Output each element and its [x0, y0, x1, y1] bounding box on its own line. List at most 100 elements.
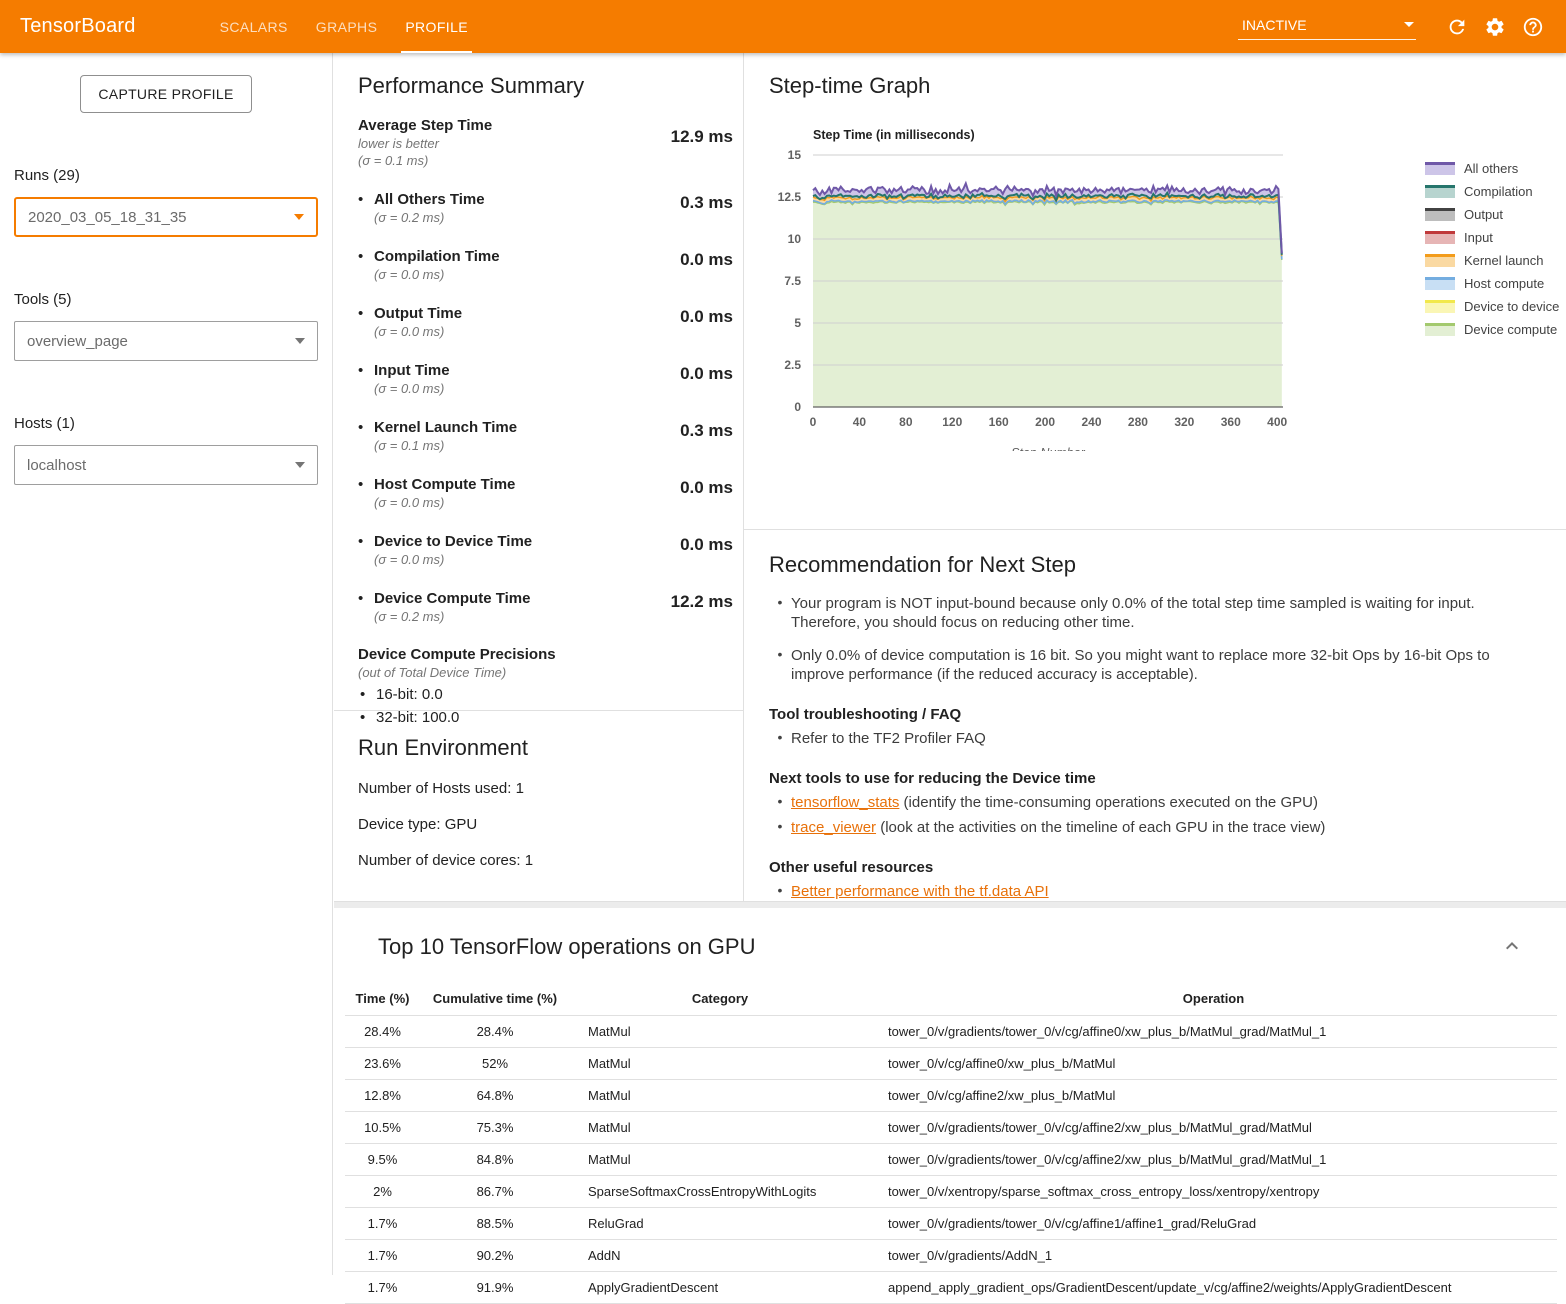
hosts-dropdown[interactable]: localhost: [14, 445, 318, 485]
legend-label: Device compute: [1464, 322, 1557, 337]
metric-value: 0.3 ms: [613, 421, 733, 453]
sidebar: CAPTURE PROFILE Runs (29) 2020_03_05_18_…: [0, 53, 333, 1275]
top-app-bar: TensorBoard SCALARSGRAPHSPROFILE INACTIV…: [0, 0, 1566, 53]
faq-item: •Refer to the TF2 Profiler FAQ: [769, 729, 1538, 748]
tool-link[interactable]: tensorflow_stats: [791, 794, 899, 811]
next-tool-text: trace_viewer (look at the activities on …: [791, 818, 1325, 837]
metric-row: •All Others Time(σ = 0.2 ms)0.3 ms: [358, 191, 743, 225]
step-time-graph-title: Step-time Graph: [769, 73, 1566, 99]
legend-label: Compilation: [1464, 184, 1533, 199]
metric-labels: All Others Time(σ = 0.2 ms): [374, 191, 613, 225]
chevron-up-icon[interactable]: [1500, 934, 1526, 960]
hosts-dropdown-value: localhost: [27, 457, 86, 474]
legend-band: [1425, 211, 1455, 221]
other-resources-title: Other useful resources: [769, 859, 1538, 876]
step-time-graph-section: Step-time Graph 02.557.51012.51504080120…: [744, 53, 1566, 530]
table-row[interactable]: 23.6%52%MatMultower_0/v/cg/affine0/xw_pl…: [345, 1048, 1557, 1080]
legend-swatch: [1425, 162, 1455, 175]
top-ops-header-row: Time (%)Cumulative time (%)CategoryOpera…: [345, 984, 1557, 1016]
metric-sigma: (σ = 0.2 ms): [374, 210, 613, 225]
run-environment-lines: Number of Hosts used: 1Device type: GPUN…: [358, 780, 743, 869]
table-row[interactable]: 10.5%75.3%MatMultower_0/v/gradients/towe…: [345, 1112, 1557, 1144]
bullet-icon: •: [358, 590, 374, 624]
legend-label: All others: [1464, 161, 1518, 176]
metric-row: •Device to Device Time(σ = 0.0 ms)0.0 ms: [358, 533, 743, 567]
table-row[interactable]: 2%86.7%SparseSoftmaxCrossEntropyWithLogi…: [345, 1176, 1557, 1208]
column-header: Cumulative time (%): [420, 984, 570, 1016]
hosts-label: Hosts (1): [14, 415, 318, 432]
resource-link[interactable]: Better performance with the tf.data API: [791, 883, 1049, 900]
tab-scalars[interactable]: SCALARS: [206, 0, 302, 53]
bullet-icon: •: [358, 533, 374, 567]
precision-value: 16-bit: 0.0: [376, 686, 443, 703]
next-tools-title: Next tools to use for reducing the Devic…: [769, 770, 1538, 787]
legend-item: Device compute: [1425, 322, 1559, 337]
metric-sigma: (σ = 0.0 ms): [374, 324, 613, 339]
average-step-time-sigma: (σ = 0.1 ms): [358, 153, 613, 168]
svg-text:40: 40: [853, 415, 867, 429]
refresh-icon[interactable]: [1445, 15, 1469, 39]
metric-labels: Device Compute Time(σ = 0.2 ms): [374, 590, 613, 624]
run-environment-line: Number of Hosts used: 1: [358, 780, 743, 797]
legend-item: Input: [1425, 230, 1559, 245]
next-tool-text: tensorflow_stats (identify the time-cons…: [791, 793, 1318, 812]
tab-graphs[interactable]: GRAPHS: [302, 0, 392, 53]
column-header: Operation: [870, 984, 1557, 1016]
metric-label: Host Compute Time: [374, 476, 613, 493]
precision-item: •16-bit: 0.0: [358, 686, 743, 703]
table-row[interactable]: 12.8%64.8%MatMultower_0/v/cg/affine2/xw_…: [345, 1080, 1557, 1112]
capture-profile-button[interactable]: CAPTURE PROFILE: [80, 75, 251, 113]
svg-text:Step Number: Step Number: [1011, 446, 1085, 451]
metric-label: Output Time: [374, 305, 613, 322]
legend-label: Output: [1464, 207, 1503, 222]
operation-cell: tower_0/v/xentropy/sparse_softmax_cross_…: [870, 1176, 1557, 1208]
legend-band: [1425, 280, 1455, 290]
help-icon[interactable]: [1521, 15, 1545, 39]
table-row[interactable]: 1.7%91.9%ApplyGradientDescentappend_appl…: [345, 1272, 1557, 1304]
runs-dropdown[interactable]: 2020_03_05_18_31_35: [14, 197, 318, 237]
run-environment-line: Number of device cores: 1: [358, 852, 743, 869]
tools-dropdown[interactable]: overview_page: [14, 321, 318, 361]
top-ops-title: Top 10 TensorFlow operations on GPU: [378, 934, 1500, 960]
metric-sigma: (σ = 0.0 ms): [374, 267, 613, 282]
category-cell: MatMul: [570, 1080, 870, 1112]
table-row[interactable]: 28.4%28.4%MatMultower_0/v/gradients/towe…: [345, 1016, 1557, 1048]
recommendation-bullet: •Only 0.0% of device computation is 16 b…: [769, 646, 1538, 684]
metric-row: •Input Time(σ = 0.0 ms)0.0 ms: [358, 362, 743, 396]
table-row[interactable]: 9.5%84.8%MatMultower_0/v/gradients/tower…: [345, 1144, 1557, 1176]
metric-label: Input Time: [374, 362, 613, 379]
chevron-down-icon: [295, 338, 305, 344]
svg-text:160: 160: [989, 415, 1009, 429]
table-row[interactable]: 1.7%90.2%AddNtower_0/v/gradients/AddN_1: [345, 1240, 1557, 1272]
faq-text: Refer to the TF2 Profiler FAQ: [791, 729, 986, 748]
operation-cell: tower_0/v/gradients/AddN_1: [870, 1240, 1557, 1272]
svg-text:10: 10: [788, 232, 802, 246]
step-time-chart-canvas[interactable]: 02.557.51012.515040801201602002402803203…: [769, 125, 1417, 451]
performance-summary-title: Performance Summary: [358, 73, 743, 99]
main-content: Performance Summary Average Step Time lo…: [334, 53, 1566, 1304]
metric-labels: Host Compute Time(σ = 0.0 ms): [374, 476, 613, 510]
svg-text:320: 320: [1174, 415, 1194, 429]
bullet-icon: •: [769, 729, 791, 748]
metric-row: •Host Compute Time(σ = 0.0 ms)0.0 ms: [358, 476, 743, 510]
operation-cell: tower_0/v/gradients/tower_0/v/cg/affine0…: [870, 1016, 1557, 1048]
legend-item: Host compute: [1425, 276, 1559, 291]
top-ops-table: Time (%)Cumulative time (%)CategoryOpera…: [345, 984, 1557, 1304]
category-cell: MatMul: [570, 1016, 870, 1048]
metric-label: Device Compute Time: [374, 590, 613, 607]
chevron-down-icon: [295, 462, 305, 468]
time-cell: 1.7%: [345, 1272, 420, 1304]
metric-row: •Compilation Time(σ = 0.0 ms)0.0 ms: [358, 248, 743, 282]
average-step-time-note: lower is better: [358, 136, 613, 151]
table-row[interactable]: 1.7%88.5%ReluGradtower_0/v/gradients/tow…: [345, 1208, 1557, 1240]
legend-label: Host compute: [1464, 276, 1544, 291]
tab-profile[interactable]: PROFILE: [391, 0, 482, 53]
reload-status-dropdown[interactable]: INACTIVE: [1238, 14, 1416, 40]
metric-row: •Device Compute Time(σ = 0.2 ms)12.2 ms: [358, 590, 743, 624]
svg-text:15: 15: [788, 148, 802, 162]
settings-gear-icon[interactable]: [1483, 15, 1507, 39]
tool-link[interactable]: trace_viewer: [791, 819, 876, 836]
legend-swatch: [1425, 300, 1455, 313]
metric-value: 0.0 ms: [613, 478, 733, 510]
category-cell: MatMul: [570, 1048, 870, 1080]
